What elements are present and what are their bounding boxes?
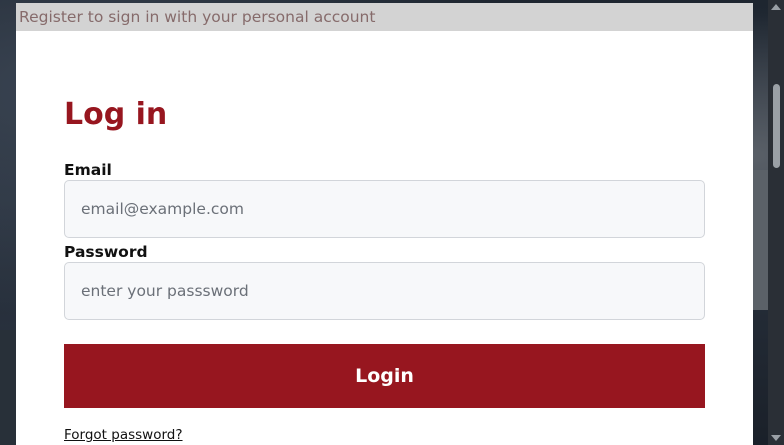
modal-header: Register to sign in with your personal a… — [16, 3, 753, 31]
email-label: Email — [64, 161, 112, 179]
modal-header-text: Register to sign in with your personal a… — [19, 8, 376, 26]
scrollbar-thumb[interactable] — [773, 84, 780, 168]
password-field[interactable] — [64, 262, 705, 320]
email-field[interactable] — [64, 180, 705, 238]
scroll-up-arrow-icon[interactable] — [771, 4, 781, 10]
scroll-down-arrow-icon[interactable] — [771, 435, 781, 441]
background-building — [0, 330, 16, 445]
forgot-password-link[interactable]: Forgot password? — [64, 427, 183, 443]
password-label: Password — [64, 243, 148, 261]
page-scrollbar[interactable] — [768, 0, 784, 445]
page-title: Log in — [64, 97, 168, 132]
login-button[interactable]: Login — [64, 344, 705, 408]
login-modal: Register to sign in with your personal a… — [16, 3, 753, 445]
